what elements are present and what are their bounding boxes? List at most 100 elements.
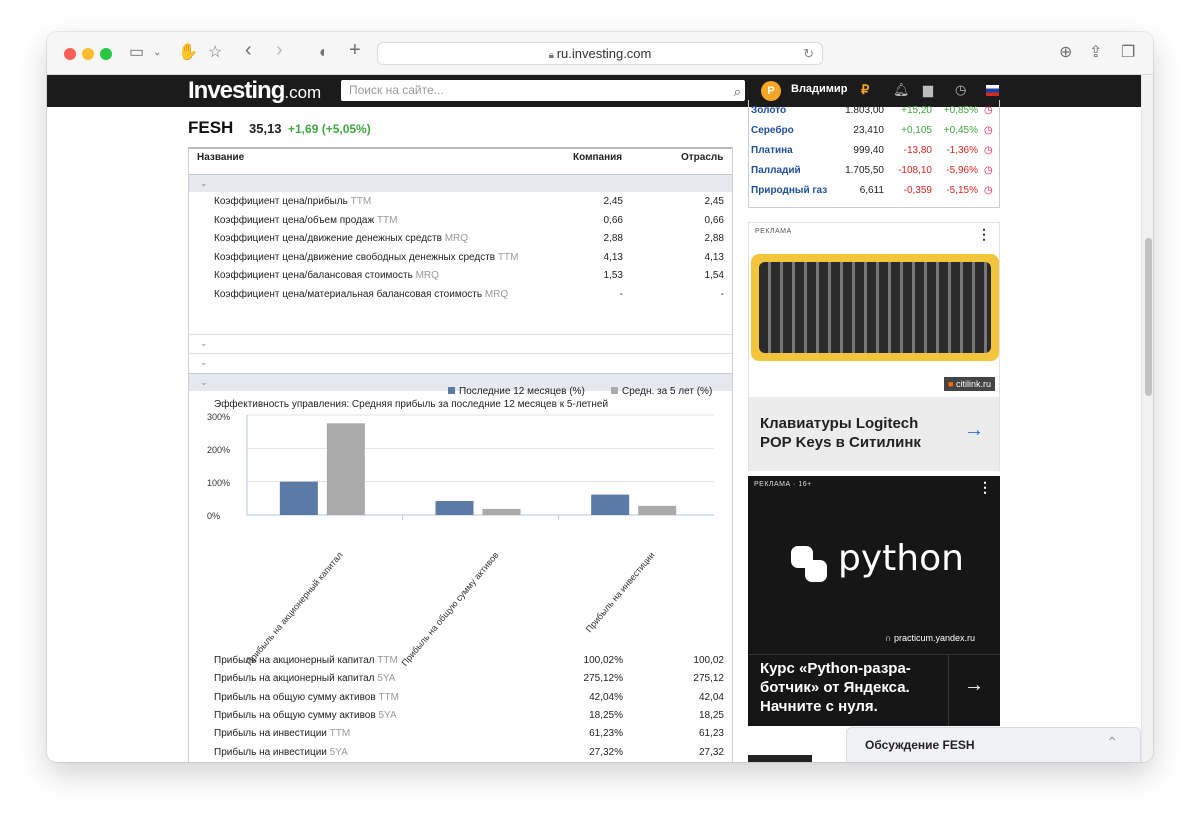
- table-row-label: Прибыль на акционерный капитал TTM: [214, 655, 398, 666]
- share-icon[interactable]: ⇪: [1089, 43, 1102, 63]
- ad-headline: Курс «Python-разра­ботчик» от Яндекса. Н…: [760, 660, 911, 715]
- table-row-label: Прибыль на акционерный капитал 5YA: [214, 673, 395, 684]
- commodity-price: 1.705,50: [845, 165, 884, 176]
- company-value: 100,02%: [583, 655, 623, 666]
- commodity-price: 999,40: [853, 145, 884, 156]
- ad-headline: Клавиатуры Logitech POP Keys в Ситилинк: [760, 415, 921, 451]
- scrollbar[interactable]: [1141, 75, 1153, 762]
- new-tab-icon[interactable]: +: [349, 40, 361, 60]
- arrow-right-icon[interactable]: →: [964, 674, 984, 697]
- back-icon[interactable]: ‹: [245, 40, 252, 60]
- row-label: Прибыль на акционерный капитал: [214, 673, 375, 685]
- zoom-window-button[interactable]: [100, 48, 112, 60]
- ad-banner-next[interactable]: [748, 755, 812, 762]
- industry-value: 27,32: [698, 746, 724, 758]
- clock-icon[interactable]: ◷: [955, 82, 966, 98]
- tabs-overview-icon[interactable]: ❐: [1121, 43, 1135, 63]
- commodity-percent: -5,96%: [946, 165, 978, 176]
- period-tag: 5YA: [377, 673, 396, 685]
- ad-banner-python[interactable]: РЕКЛАМА · 16+ ⋮ python ∩ practicum.yande…: [748, 476, 1000, 726]
- avatar[interactable]: Р: [761, 81, 781, 101]
- privacy-hand-icon[interactable]: ✋: [178, 43, 198, 63]
- period-tag: 5YA: [329, 746, 348, 758]
- commodity-percent: -5,15%: [946, 185, 978, 196]
- commodity-price: 1.803,00: [845, 105, 884, 116]
- commodity-change: -0,359: [903, 185, 932, 196]
- clock-icon: ◷: [984, 125, 993, 136]
- table-row-label: Прибыль на общую сумму активов TTM: [214, 692, 399, 703]
- bar: [279, 481, 318, 515]
- lock-icon: 🔒︎: [548, 50, 557, 61]
- clock-icon: ◷: [984, 145, 993, 156]
- bar: [326, 423, 365, 515]
- commodity-name[interactable]: Золото: [751, 105, 786, 116]
- commodity-name[interactable]: Серебро: [751, 125, 794, 136]
- bar: [435, 500, 474, 515]
- downloads-icon[interactable]: ⊕: [1059, 43, 1072, 63]
- commodity-change: -13,80: [903, 145, 932, 156]
- ad-label: РЕКЛАМА · 16+: [754, 481, 812, 488]
- table-row-label: Прибыль на инвестиции TTM: [214, 728, 350, 739]
- row-label: Прибыль на общую сумму активов: [214, 691, 376, 703]
- company-value: 275,12%: [583, 673, 623, 685]
- commodity-name[interactable]: Природный газ: [751, 185, 827, 196]
- forward-icon[interactable]: ›: [276, 40, 283, 60]
- bell-icon[interactable]: 🔔︎: [893, 82, 910, 98]
- ad-banner-logitech[interactable]: РЕКЛАМА ⋮ ■ citilink.ru Клавиатуры Logit…: [748, 222, 1000, 471]
- table-row-label: Прибыль на общую сумму активов 5YA: [214, 710, 397, 721]
- ad-source: ∩ practicum.yandex.ru: [885, 633, 975, 643]
- chevron-up-icon[interactable]: ⌃: [1106, 734, 1118, 751]
- reload-icon[interactable]: ↻: [803, 43, 814, 64]
- row-label: Прибыль на общую сумму активов: [214, 709, 376, 721]
- company-value: 27,32%: [589, 746, 623, 758]
- commodity-change: +0,105: [901, 125, 932, 136]
- industry-value: 275,12: [693, 673, 724, 685]
- company-value: 18,25%: [589, 709, 623, 721]
- industry-value: 18,25: [698, 709, 724, 721]
- bar: [638, 505, 677, 515]
- row-label: Прибыль на инвестиции: [214, 728, 327, 740]
- sidebar-icon[interactable]: ▭: [129, 43, 144, 63]
- table-row-label: Прибыль на инвестиции 5YA: [214, 747, 348, 758]
- commodity-price: 23,410: [853, 125, 884, 136]
- pro-icon[interactable]: ₽: [861, 82, 869, 98]
- period-tag: TTM: [378, 691, 399, 703]
- minimize-window-button[interactable]: [82, 48, 94, 60]
- portfolio-icon[interactable]: ▆: [923, 82, 933, 98]
- close-window-button[interactable]: [64, 48, 76, 60]
- commodity-percent: -1,36%: [946, 145, 978, 156]
- address-bar[interactable]: 🔒︎ ru.investing.com ↻: [377, 42, 823, 65]
- url-text: ru.investing.com: [556, 46, 652, 61]
- ad-source-text: practicum.yandex.ru: [893, 633, 976, 643]
- row-label: Прибыль на акционерный капитал: [214, 655, 375, 666]
- star-icon[interactable]: ☆: [208, 43, 222, 63]
- chevron-down-icon[interactable]: ⌄: [153, 43, 161, 63]
- shield-icon[interactable]: ◐: [319, 43, 329, 63]
- period-tag: TTM: [377, 655, 398, 666]
- ad-source: ■ citilink.ru: [944, 377, 995, 391]
- company-value: 61,23%: [589, 728, 623, 740]
- commodity-name[interactable]: Палладий: [751, 165, 801, 176]
- row-label: Прибыль на инвестиции: [214, 746, 327, 758]
- python-logo-icon: [791, 546, 827, 582]
- period-tag: TTM: [329, 728, 351, 740]
- arrow-right-icon[interactable]: →: [964, 419, 984, 442]
- browser-window: ▭ ⌄ ✋ ☆ ‹ › ◐ + 🔒︎ ru.investing.com ↻ ⊕ …: [47, 32, 1153, 762]
- user-name[interactable]: Владимир: [791, 83, 847, 95]
- discussion-panel[interactable]: Обсуждение FESH ⌃: [846, 727, 1141, 762]
- browser-toolbar: ▭ ⌄ ✋ ☆ ‹ › ◐ + 🔒︎ ru.investing.com ↻ ⊕ …: [47, 32, 1153, 75]
- bar: [591, 494, 630, 515]
- industry-value: 100,02: [693, 655, 724, 666]
- ad-label: РЕКЛАМА: [755, 228, 792, 235]
- clock-icon: ◷: [984, 185, 993, 196]
- russian-flag-icon[interactable]: [986, 85, 999, 96]
- more-options-icon[interactable]: ⋮: [978, 479, 992, 496]
- clock-icon: ◷: [984, 105, 993, 116]
- industry-value: 61,23: [698, 728, 724, 740]
- more-options-icon[interactable]: ⋮: [977, 226, 991, 243]
- commodity-change: -108,10: [898, 165, 932, 176]
- scrollbar-thumb[interactable]: [1145, 238, 1152, 396]
- commodity-name[interactable]: Платина: [751, 145, 793, 156]
- citilink-icon: ■: [948, 379, 954, 389]
- period-tag: 5YA: [378, 709, 397, 721]
